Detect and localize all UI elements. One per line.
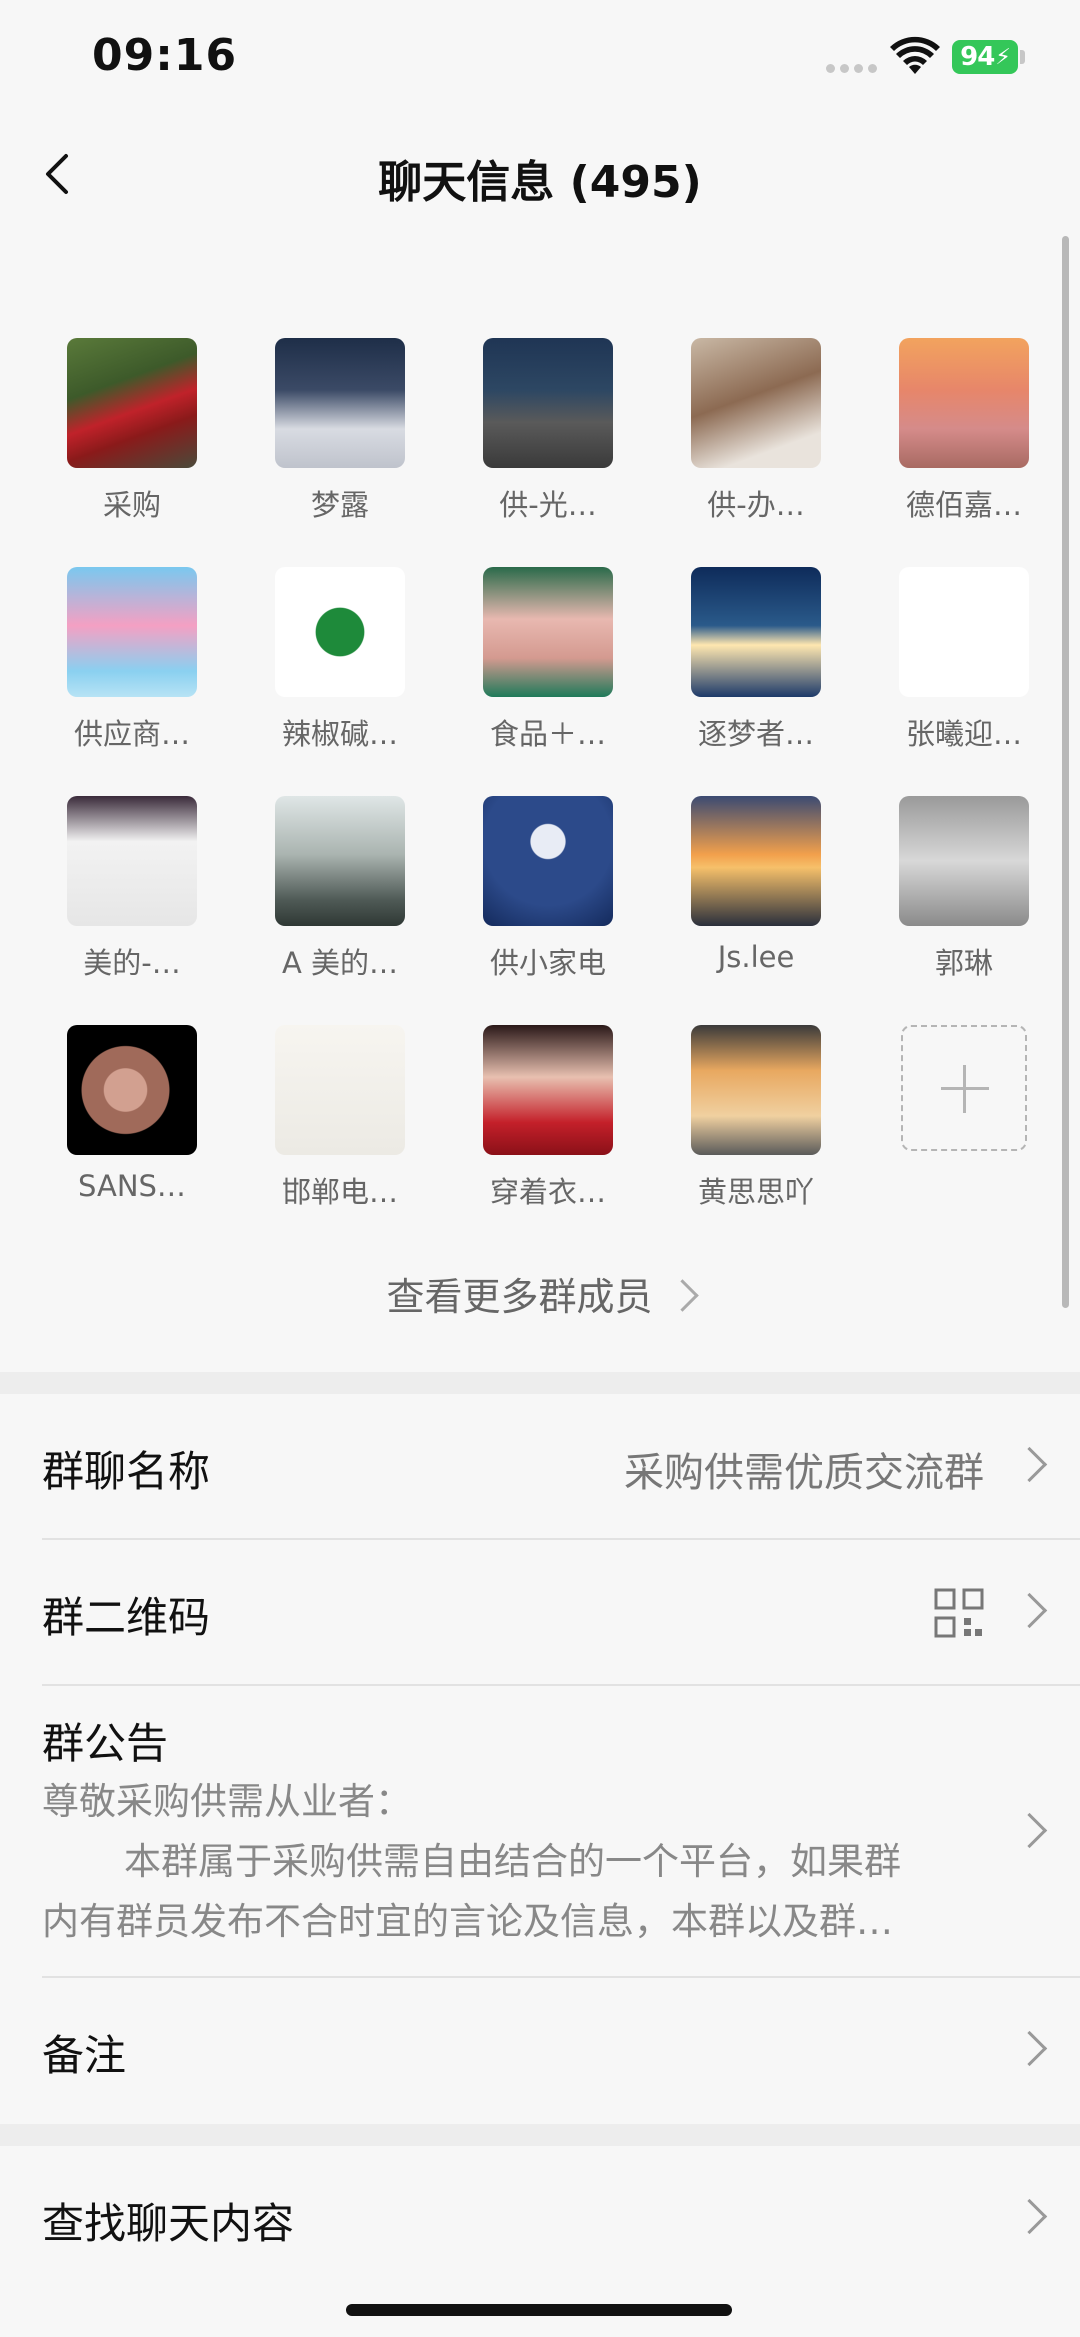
member-name: 梦露 bbox=[310, 488, 369, 522]
member-name: 邯郸电… bbox=[281, 1175, 398, 1209]
group-name-value: 采购供需优质交流群 bbox=[624, 1450, 984, 1496]
avatar bbox=[483, 567, 613, 697]
member-item[interactable]: 逐梦者… bbox=[652, 567, 860, 753]
avatar bbox=[67, 796, 197, 926]
battery-icon: 94 ⚡ bbox=[952, 40, 1018, 74]
member-name: 辣椒碱… bbox=[281, 717, 398, 751]
status-time: 09:16 bbox=[92, 30, 238, 81]
nav-bar: 聊天信息 (495) bbox=[0, 120, 1080, 226]
group-qr-label: 群二维码 bbox=[42, 1593, 211, 1642]
group-qr-row[interactable]: 群二维码 bbox=[0, 1540, 1080, 1686]
member-grid: 采购 梦露 供-光… 供-办… 德佰嘉… 供应商… 辣椒碱… 食品＋… 逐梦者… 张曦迎… 美的-…… bbox=[28, 338, 1048, 1211]
status-bar: 09:16 94 ⚡ bbox=[0, 0, 1080, 120]
avatar bbox=[899, 796, 1029, 926]
member-name: SANS… bbox=[78, 1169, 186, 1203]
chevron-right-icon bbox=[1011, 2030, 1048, 2067]
avatar bbox=[275, 796, 405, 926]
member-name: 供-办… bbox=[707, 488, 805, 522]
plus-icon bbox=[901, 1025, 1027, 1151]
battery-level: 94 bbox=[960, 42, 995, 72]
avatar bbox=[67, 338, 197, 468]
member-item[interactable]: 供-办… bbox=[652, 338, 860, 524]
member-item[interactable]: 供-光… bbox=[444, 338, 652, 524]
add-member-button[interactable] bbox=[860, 1025, 1068, 1211]
chevron-right-icon bbox=[1011, 2198, 1048, 2235]
chevron-right-icon bbox=[1011, 1592, 1048, 1629]
avatar bbox=[275, 1025, 405, 1155]
members-section: 采购 梦露 供-光… 供-办… 德佰嘉… 供应商… 辣椒碱… 食品＋… 逐梦者… 张曦迎… 美的-…… bbox=[0, 226, 1080, 1372]
search-chat-label: 查找聊天内容 bbox=[42, 2199, 295, 2248]
notice-line: 内有群员发布不合时宜的言论及信息，本群以及群… bbox=[42, 1900, 893, 1943]
member-name: 郭琳 bbox=[934, 946, 993, 980]
member-name: A 美的… bbox=[281, 946, 399, 980]
member-item[interactable]: 供应商… bbox=[28, 567, 236, 753]
more-members-label: 查看更多群成员 bbox=[386, 1275, 653, 1319]
avatar bbox=[691, 796, 821, 926]
member-item[interactable]: A 美的… bbox=[236, 796, 444, 982]
member-name: 采购 bbox=[102, 488, 161, 522]
scrollbar[interactable] bbox=[1062, 236, 1069, 1308]
member-item[interactable]: 穿着衣… bbox=[444, 1025, 652, 1211]
member-item[interactable]: 采购 bbox=[28, 338, 236, 524]
avatar bbox=[691, 338, 821, 468]
member-name: 穿着衣… bbox=[489, 1175, 606, 1209]
group-notice-text: 尊敬采购供需从业者： 本群属于采购供需自由结合的一个平台，如果群 内有群员发布不… bbox=[42, 1772, 972, 1952]
member-item[interactable]: 梦露 bbox=[236, 338, 444, 524]
remark-label: 备注 bbox=[42, 2031, 127, 2080]
charging-bolt-icon: ⚡ bbox=[995, 44, 1010, 70]
chevron-right-icon bbox=[1011, 1812, 1048, 1849]
notice-line: 本群属于采购供需自由结合的一个平台，如果群 bbox=[124, 1840, 901, 1883]
notice-line: 尊敬采购供需从业者： bbox=[42, 1780, 412, 1823]
avatar bbox=[483, 796, 613, 926]
avatar bbox=[275, 567, 405, 697]
member-name: 供-光… bbox=[499, 488, 597, 522]
group-name-label: 群聊名称 bbox=[42, 1447, 211, 1496]
member-item[interactable]: 食品＋… bbox=[444, 567, 652, 753]
member-name: 美的-… bbox=[83, 946, 181, 980]
group-notice-label: 群公告 bbox=[42, 1719, 169, 1768]
avatar bbox=[691, 1025, 821, 1155]
member-item[interactable]: 邯郸电… bbox=[236, 1025, 444, 1211]
avatar bbox=[275, 338, 405, 468]
more-members-button[interactable]: 查看更多群成员 bbox=[0, 1266, 1080, 1321]
qr-code-icon bbox=[934, 1588, 984, 1638]
group-name-row[interactable]: 群聊名称 采购供需优质交流群 bbox=[0, 1394, 1080, 1540]
avatar bbox=[67, 1025, 197, 1155]
wifi-icon bbox=[890, 36, 940, 74]
member-name: 逐梦者… bbox=[697, 717, 814, 751]
page-title: 聊天信息 (495) bbox=[378, 157, 702, 208]
avatar bbox=[67, 567, 197, 697]
member-item[interactable]: 辣椒碱… bbox=[236, 567, 444, 753]
member-item[interactable]: 黄思思吖 bbox=[652, 1025, 860, 1211]
settings-section: 群聊名称 采购供需优质交流群 群二维码 群公告 尊敬采购供需从业者： 本群属于采… bbox=[0, 1394, 1080, 2124]
member-item[interactable]: 德佰嘉… bbox=[860, 338, 1068, 524]
member-name: 食品＋… bbox=[489, 717, 606, 751]
cellular-signal-icon bbox=[826, 64, 877, 73]
member-name: 张曦迎… bbox=[905, 717, 1022, 751]
battery-cap bbox=[1020, 50, 1025, 64]
member-name: 供应商… bbox=[73, 717, 190, 751]
avatar bbox=[899, 567, 1029, 697]
search-chat-row[interactable]: 查找聊天内容 bbox=[0, 2146, 1080, 2292]
avatar bbox=[483, 1025, 613, 1155]
member-item[interactable]: 供小家电 bbox=[444, 796, 652, 982]
chevron-right-icon bbox=[1011, 1446, 1048, 1483]
member-item[interactable]: 美的-… bbox=[28, 796, 236, 982]
member-item[interactable]: Js.lee bbox=[652, 796, 860, 982]
chevron-right-icon bbox=[665, 1279, 699, 1312]
member-name: Js.lee bbox=[717, 940, 795, 974]
member-name: 德佰嘉… bbox=[905, 488, 1022, 522]
member-item[interactable]: 张曦迎… bbox=[860, 567, 1068, 753]
avatar bbox=[899, 338, 1029, 468]
member-item[interactable]: SANS… bbox=[28, 1025, 236, 1211]
avatar bbox=[691, 567, 821, 697]
member-name: 供小家电 bbox=[489, 946, 606, 980]
group-notice-row[interactable]: 群公告 尊敬采购供需从业者： 本群属于采购供需自由结合的一个平台，如果群 内有群… bbox=[0, 1686, 1080, 1978]
home-indicator bbox=[346, 2304, 732, 2316]
member-item[interactable]: 郭琳 bbox=[860, 796, 1068, 982]
member-name: 黄思思吖 bbox=[697, 1175, 814, 1209]
avatar bbox=[483, 338, 613, 468]
remark-row[interactable]: 备注 bbox=[0, 1978, 1080, 2124]
